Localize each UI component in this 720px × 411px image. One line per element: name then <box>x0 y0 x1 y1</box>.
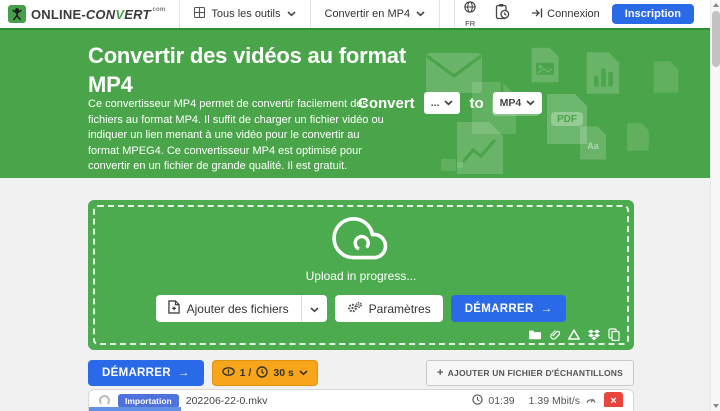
settings-label: Paramètres <box>368 301 431 316</box>
add-files-label: Ajouter des fichiers <box>186 301 289 316</box>
scrollbar-up-arrow[interactable] <box>711 0 720 10</box>
navbar-right: FR Connexion Inscription <box>454 0 710 28</box>
paste-icon[interactable] <box>608 328 620 341</box>
elapsed-time: 01:39 <box>488 394 515 407</box>
upload-progress-bar <box>89 407 182 411</box>
decor-file-icon <box>440 155 464 178</box>
chevron-down-icon <box>310 302 319 316</box>
chevron-down-icon <box>444 97 454 109</box>
login-link[interactable]: Connexion <box>519 0 612 28</box>
menu-all-tools[interactable]: Tous les outils <box>180 0 309 28</box>
language-selector[interactable]: FR <box>455 0 485 28</box>
decor-pdf-label: PDF <box>551 112 583 126</box>
menu-convert-mp4-label: Convertir en MP4 <box>324 8 411 20</box>
clock-icon <box>472 393 484 408</box>
link-icon[interactable] <box>549 329 560 341</box>
scrollbar-thumb[interactable] <box>712 11 720 67</box>
action-bar: DÉMARRER → 1 / 30 s + AJOUTER UN FICHIER… <box>88 360 634 386</box>
chevron-down-icon <box>416 8 425 20</box>
decor-image-file-icon <box>530 46 560 89</box>
signup-button[interactable]: Inscription <box>611 4 694 24</box>
folder-icon[interactable] <box>528 329 541 340</box>
file-plus-icon <box>167 300 180 317</box>
login-label: Connexion <box>547 8 600 20</box>
chevron-down-icon <box>299 367 308 379</box>
convert-label: Convert <box>358 94 415 112</box>
arrow-right-icon: → <box>177 367 190 379</box>
decor-file-icon <box>652 60 680 99</box>
clock-icon <box>256 365 269 381</box>
decor-aa-label: Aa <box>587 141 599 151</box>
file-name: 202206-22-0.mkv <box>185 394 268 407</box>
menu-all-tools-label: Tous les outils <box>211 8 281 20</box>
divider <box>439 0 441 28</box>
upload-progress-track <box>89 407 633 411</box>
dropbox-icon[interactable] <box>588 329 600 341</box>
source-format-value: ... <box>430 97 440 109</box>
start-label: DÉMARRER <box>464 302 534 315</box>
loading-spinner-icon <box>99 395 110 406</box>
scrollbar-down-arrow[interactable] <box>711 401 720 411</box>
plus-icon: + <box>437 367 444 379</box>
status-badge: Importation <box>118 393 179 408</box>
chevron-down-icon <box>526 97 535 109</box>
credit-duration: 30 s <box>273 367 294 379</box>
grid-icon <box>194 6 206 21</box>
file-list-card: Importation 202206-22-0.mkv 01:39 1.39 M… <box>88 389 634 411</box>
login-icon <box>531 7 543 22</box>
start-label: DÉMARRER <box>102 367 171 379</box>
page: ONLINE-CONVERT.com Tous les outils Conve… <box>0 0 710 411</box>
upload-cloud-icon <box>331 214 391 265</box>
scrollbar[interactable] <box>710 0 720 411</box>
credit-count: 1 / <box>239 367 252 379</box>
file-meta: 01:39 1.39 Mbit/s <box>472 393 597 408</box>
task-history-button[interactable] <box>485 0 519 28</box>
convert-selector-row: Convert ... to MP4 <box>358 92 543 114</box>
source-format-select[interactable]: ... <box>423 92 461 114</box>
logo-text: ONLINE-CONVERT.com <box>31 6 166 22</box>
add-sample-file-label: AJOUTER UN FICHIER D'ÉCHANTILLONS <box>447 368 623 378</box>
language-label: FR <box>465 19 476 28</box>
gears-icon <box>347 301 362 317</box>
clipboard-clock-icon <box>494 3 510 25</box>
settings-button[interactable]: Paramètres <box>334 295 443 322</box>
menu-convert-mp4[interactable]: Convertir en MP4 <box>311 0 440 28</box>
to-label: to <box>469 94 484 112</box>
upload-speed: 1.39 Mbit/s <box>528 394 580 407</box>
upload-sources <box>528 328 620 341</box>
target-format-select[interactable]: MP4 <box>492 92 543 114</box>
chevron-down-icon <box>286 8 296 20</box>
upload-status-text: Upload in progress... <box>305 269 417 283</box>
decor-film-icon <box>625 122 651 157</box>
navbar: ONLINE-CONVERT.com Tous les outils Conve… <box>0 0 710 28</box>
credit-usage-badge[interactable]: 1 / 30 s <box>211 360 318 386</box>
add-files-dropdown-toggle[interactable] <box>300 295 327 322</box>
logo-person-icon <box>8 5 26 23</box>
logo[interactable]: ONLINE-CONVERT.com <box>0 0 179 28</box>
upload-dropzone[interactable]: Upload in progress... Ajouter des fichie… <box>88 200 634 350</box>
hero-section: JPG PDF Aa Convertir des vidéos au forma… <box>0 28 710 178</box>
start-button-uploader[interactable]: DÉMARRER → <box>450 295 567 322</box>
page-title: Convertir des vidéos au format MP4 <box>88 43 406 97</box>
globe-icon <box>464 0 476 18</box>
start-button[interactable]: DÉMARRER → <box>88 360 204 386</box>
add-files-button[interactable]: Ajouter des fichiers <box>155 295 327 322</box>
add-sample-file-button[interactable]: + AJOUTER UN FICHIER D'ÉCHANTILLONS <box>426 360 634 386</box>
page-description: Ce convertisseur MP4 permet de convertir… <box>88 98 384 173</box>
close-icon: × <box>610 394 617 407</box>
decor-chart-file-icon <box>585 50 621 101</box>
speed-gauge-icon <box>585 394 597 407</box>
target-format-value: MP4 <box>499 97 522 109</box>
google-drive-icon[interactable] <box>568 329 580 340</box>
coin-icon <box>221 367 235 379</box>
arrow-right-icon: → <box>540 302 553 315</box>
